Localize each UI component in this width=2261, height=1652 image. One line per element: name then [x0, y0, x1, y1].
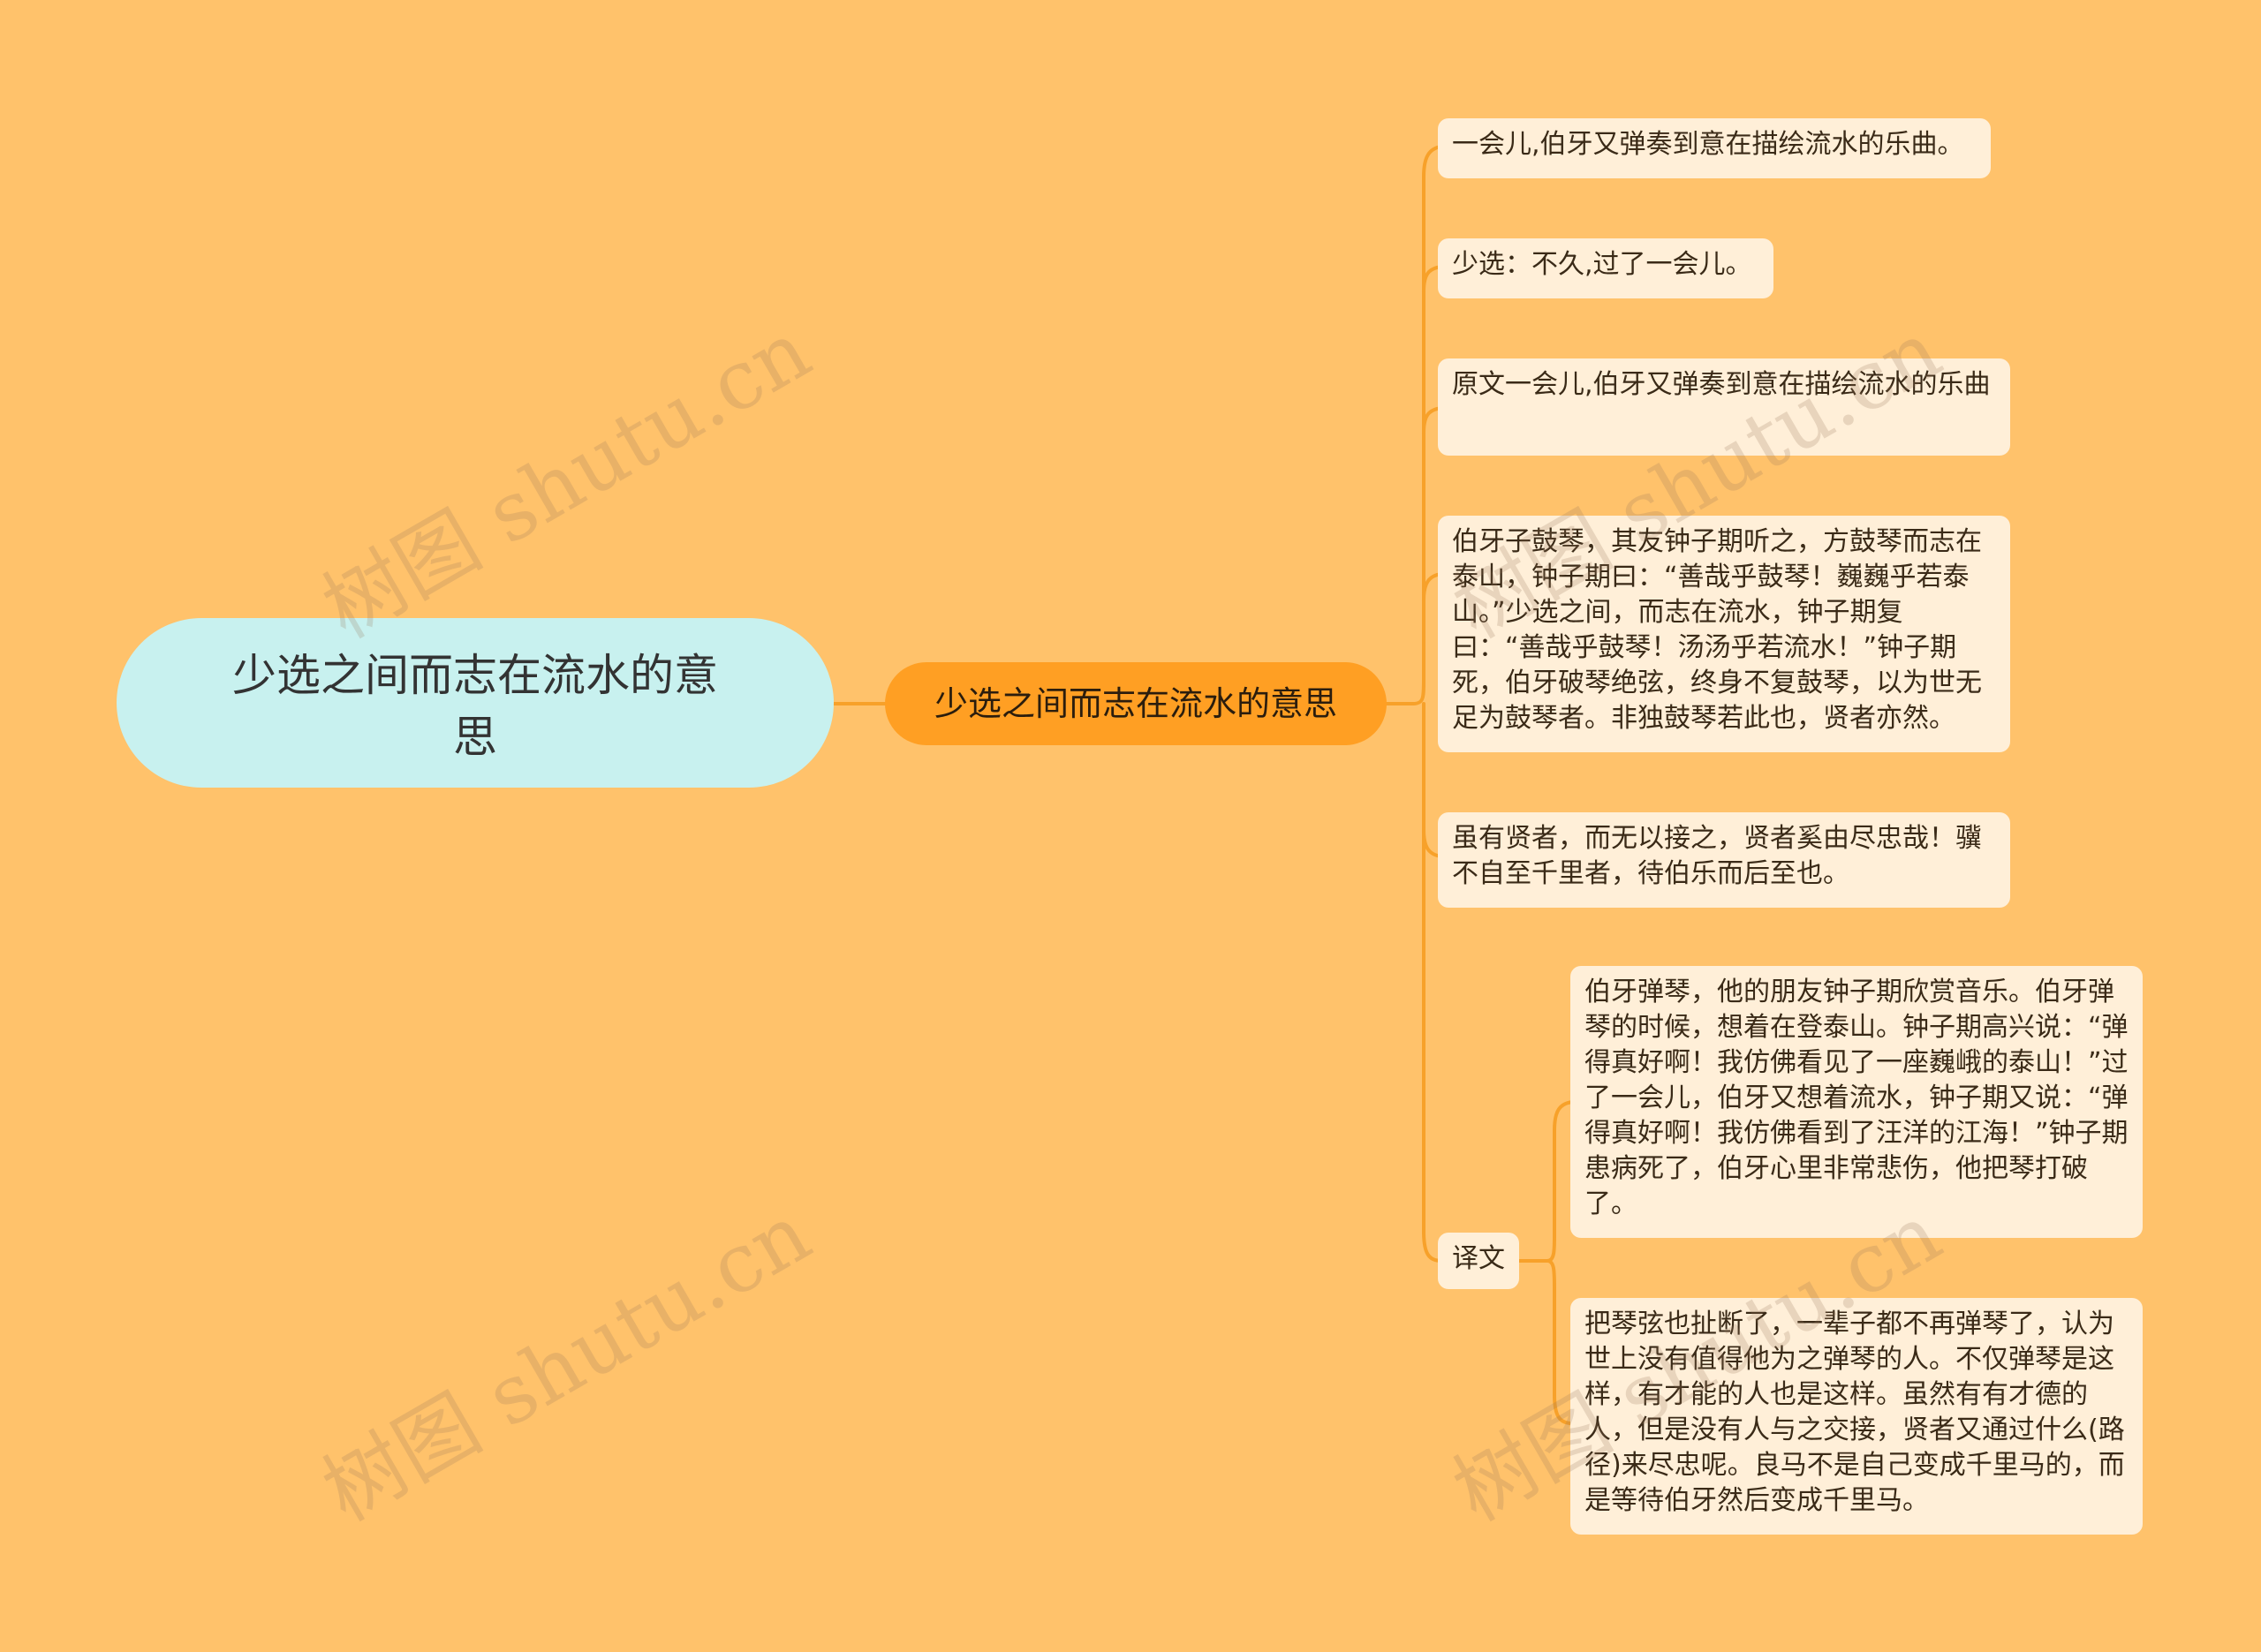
leaf-text: 少选：不久,过了一会儿。: [1452, 249, 1752, 280]
leaf-node-4[interactable]: 伯牙子鼓琴，其友钟子期听之，方鼓琴而志在泰山，钟子期曰：“善哉乎鼓琴！巍巍乎若泰…: [1438, 516, 2010, 752]
leaf-node-5[interactable]: 虽有贤者，而无以接之，贤者奚由尽忠哉！骥不自至千里者，待伯乐而后至也。: [1438, 812, 2010, 908]
leaf-node-2[interactable]: 少选：不久,过了一会儿。: [1438, 238, 1773, 298]
leaf-text: 原文一会儿,伯牙又弹奏到意在描绘流水的乐曲: [1452, 369, 1991, 400]
leaf-text: 伯牙弹琴，他的朋友钟子期欣赏音乐。伯牙弹琴的时候，想着在登泰山。钟子期高兴说：“…: [1584, 977, 2129, 1219]
leaf-node-1[interactable]: 一会儿,伯牙又弹奏到意在描绘流水的乐曲。: [1438, 118, 1991, 178]
leaf-text: 把琴弦也扯断了，一辈子都不再弹琴了，认为世上没有值得他为之弹琴的人。不仅弹琴是这…: [1584, 1309, 2125, 1516]
main-topic-label: 少选之间而志在流水的意思: [934, 684, 1337, 723]
translation-child-2[interactable]: 把琴弦也扯断了，一辈子都不再弹琴了，认为世上没有值得他为之弹琴的人。不仅弹琴是这…: [1570, 1298, 2143, 1535]
main-topic[interactable]: 少选之间而志在流水的意思: [885, 662, 1387, 745]
leaf-text: 伯牙子鼓琴，其友钟子期听之，方鼓琴而志在泰山，钟子期曰：“善哉乎鼓琴！巍巍乎若泰…: [1452, 526, 1982, 734]
leaf-text: 虽有贤者，而无以接之，贤者奚由尽忠哉！骥不自至千里者，待伯乐而后至也。: [1452, 823, 1982, 889]
link-trunk-lower: [1422, 702, 1443, 1263]
translation-child-1[interactable]: 伯牙弹琴，他的朋友钟子期欣赏音乐。伯牙弹琴的时候，想着在登泰山。钟子期高兴说：“…: [1570, 966, 2143, 1238]
link-translation-branch: [1546, 1100, 1574, 1425]
translation-node[interactable]: 译文: [1438, 1233, 1519, 1289]
root-topic[interactable]: 少选之间而志在流水的意思: [117, 618, 834, 788]
translation-label: 译文: [1452, 1243, 1505, 1274]
leaf-node-3[interactable]: 原文一会儿,伯牙又弹奏到意在描绘流水的乐曲: [1438, 358, 2010, 456]
leaf-text: 一会儿,伯牙又弹奏到意在描绘流水的乐曲。: [1452, 129, 1964, 160]
root-topic-label: 少选之间而志在流水的意思: [232, 650, 718, 763]
